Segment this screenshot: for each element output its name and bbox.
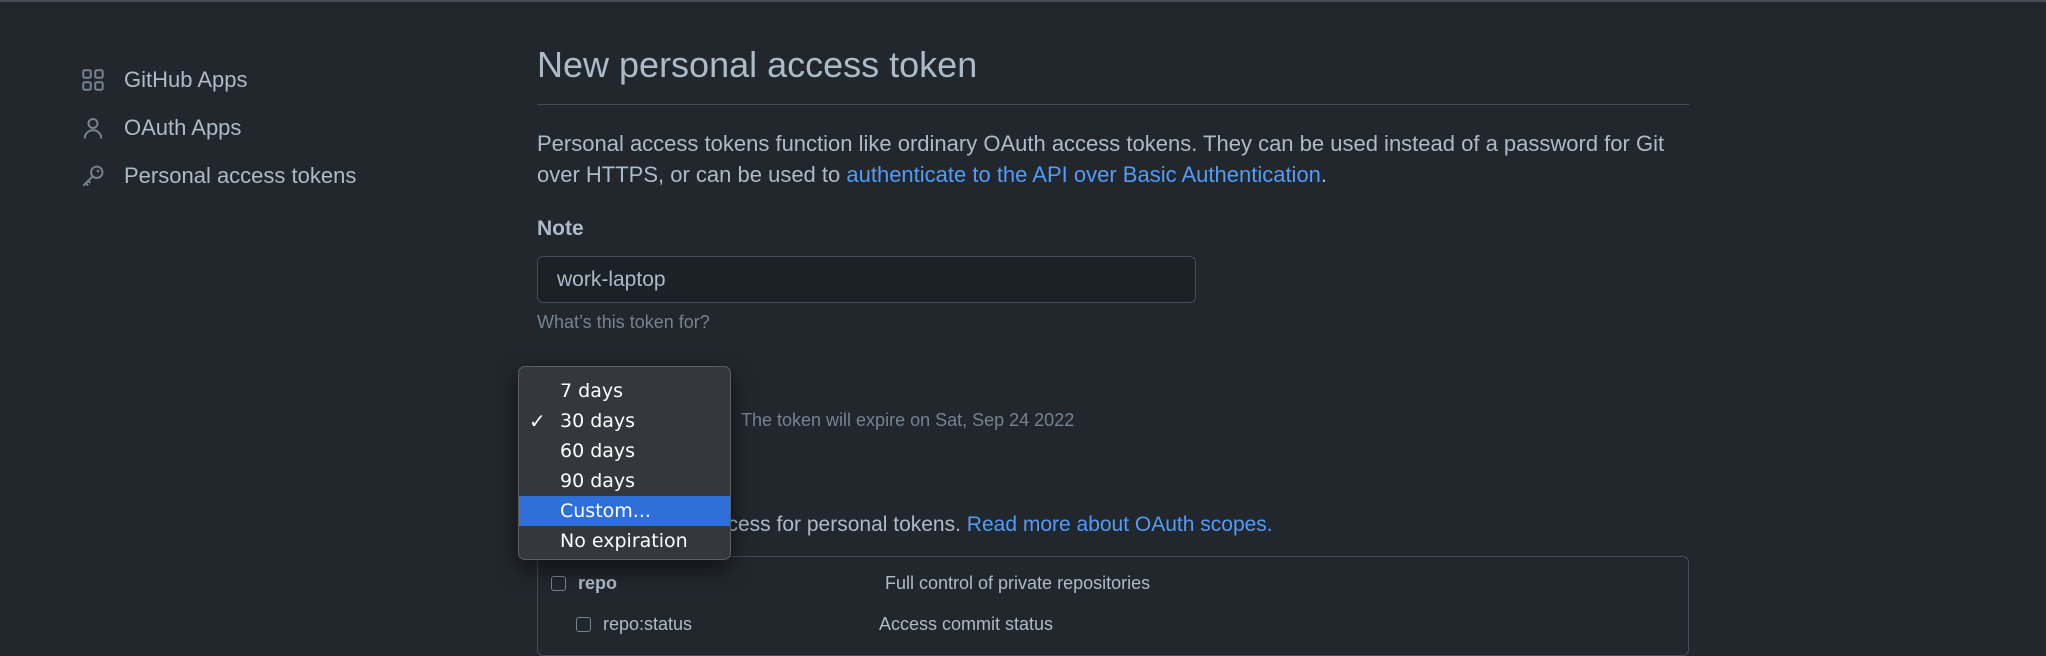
apps-grid-icon <box>78 65 108 95</box>
scopes-description: ccess for personal tokens. Read more abo… <box>717 513 1273 537</box>
page-title: New personal access token <box>537 44 978 85</box>
scopes-list: repo Full control of private repositorie… <box>537 556 1689 656</box>
note-input[interactable]: work-laptop <box>537 256 1196 303</box>
dropdown-option-90-days[interactable]: 90 days <box>519 466 730 496</box>
sidebar-item-label: OAuth Apps <box>124 115 242 140</box>
option-label: 90 days <box>560 470 636 492</box>
title-divider <box>537 104 1689 105</box>
oauth-scopes-link[interactable]: Read more about OAuth scopes. <box>967 513 1273 536</box>
expiration-note: The token will expire on Sat, Sep 24 202… <box>741 410 1075 430</box>
dropdown-option-no-expiration[interactable]: No expiration <box>519 526 730 556</box>
option-label: 60 days <box>560 440 636 462</box>
scope-desc: Access commit status <box>879 614 1054 634</box>
option-label: No expiration <box>560 530 688 552</box>
option-label: Custom... <box>560 500 651 522</box>
sidebar-item-label: Personal access tokens <box>124 163 357 188</box>
dropdown-option-custom[interactable]: Custom... <box>519 496 730 526</box>
basic-auth-link[interactable]: authenticate to the API over Basic Authe… <box>846 162 1321 187</box>
key-icon <box>78 161 108 191</box>
dropdown-option-7-days[interactable]: 7 days <box>519 376 730 406</box>
sidebar-item-personal-access-tokens[interactable]: Personal access tokens <box>78 152 478 200</box>
option-label: 30 days <box>560 410 636 432</box>
sidebar-item-oauth-apps[interactable]: OAuth Apps <box>78 104 478 152</box>
expiration-dropdown-menu: 7 days ✓ 30 days 60 days 90 days Custom.… <box>518 366 731 560</box>
settings-sidebar: GitHub Apps OAuth Apps Personal access t… <box>78 56 478 200</box>
dropdown-option-60-days[interactable]: 60 days <box>519 436 730 466</box>
scope-row-repo: repo <box>551 573 617 594</box>
scope-checkbox-repo-status[interactable] <box>576 617 591 632</box>
intro-paragraph: Personal access tokens function like ord… <box>537 128 1689 190</box>
scope-name: repo:status <box>603 614 693 634</box>
dropdown-option-30-days[interactable]: ✓ 30 days <box>519 406 730 436</box>
top-border <box>0 0 2046 2</box>
sidebar-item-github-apps[interactable]: GitHub Apps <box>78 56 478 104</box>
scope-name: repo <box>578 573 618 593</box>
scope-row-repo-status: repo:status <box>576 614 692 635</box>
note-label: Note <box>537 217 584 240</box>
option-label: 7 days <box>560 380 623 402</box>
person-icon <box>78 113 108 143</box>
checkmark-icon: ✓ <box>529 409 546 433</box>
scope-checkbox-repo[interactable] <box>551 576 566 591</box>
note-help-text: What’s this token for? <box>537 312 710 332</box>
scopes-text: ccess for personal tokens. <box>717 513 967 536</box>
sidebar-item-label: GitHub Apps <box>124 67 248 92</box>
intro-end: . <box>1320 162 1328 187</box>
scope-desc: Full control of private repositories <box>885 573 1151 593</box>
